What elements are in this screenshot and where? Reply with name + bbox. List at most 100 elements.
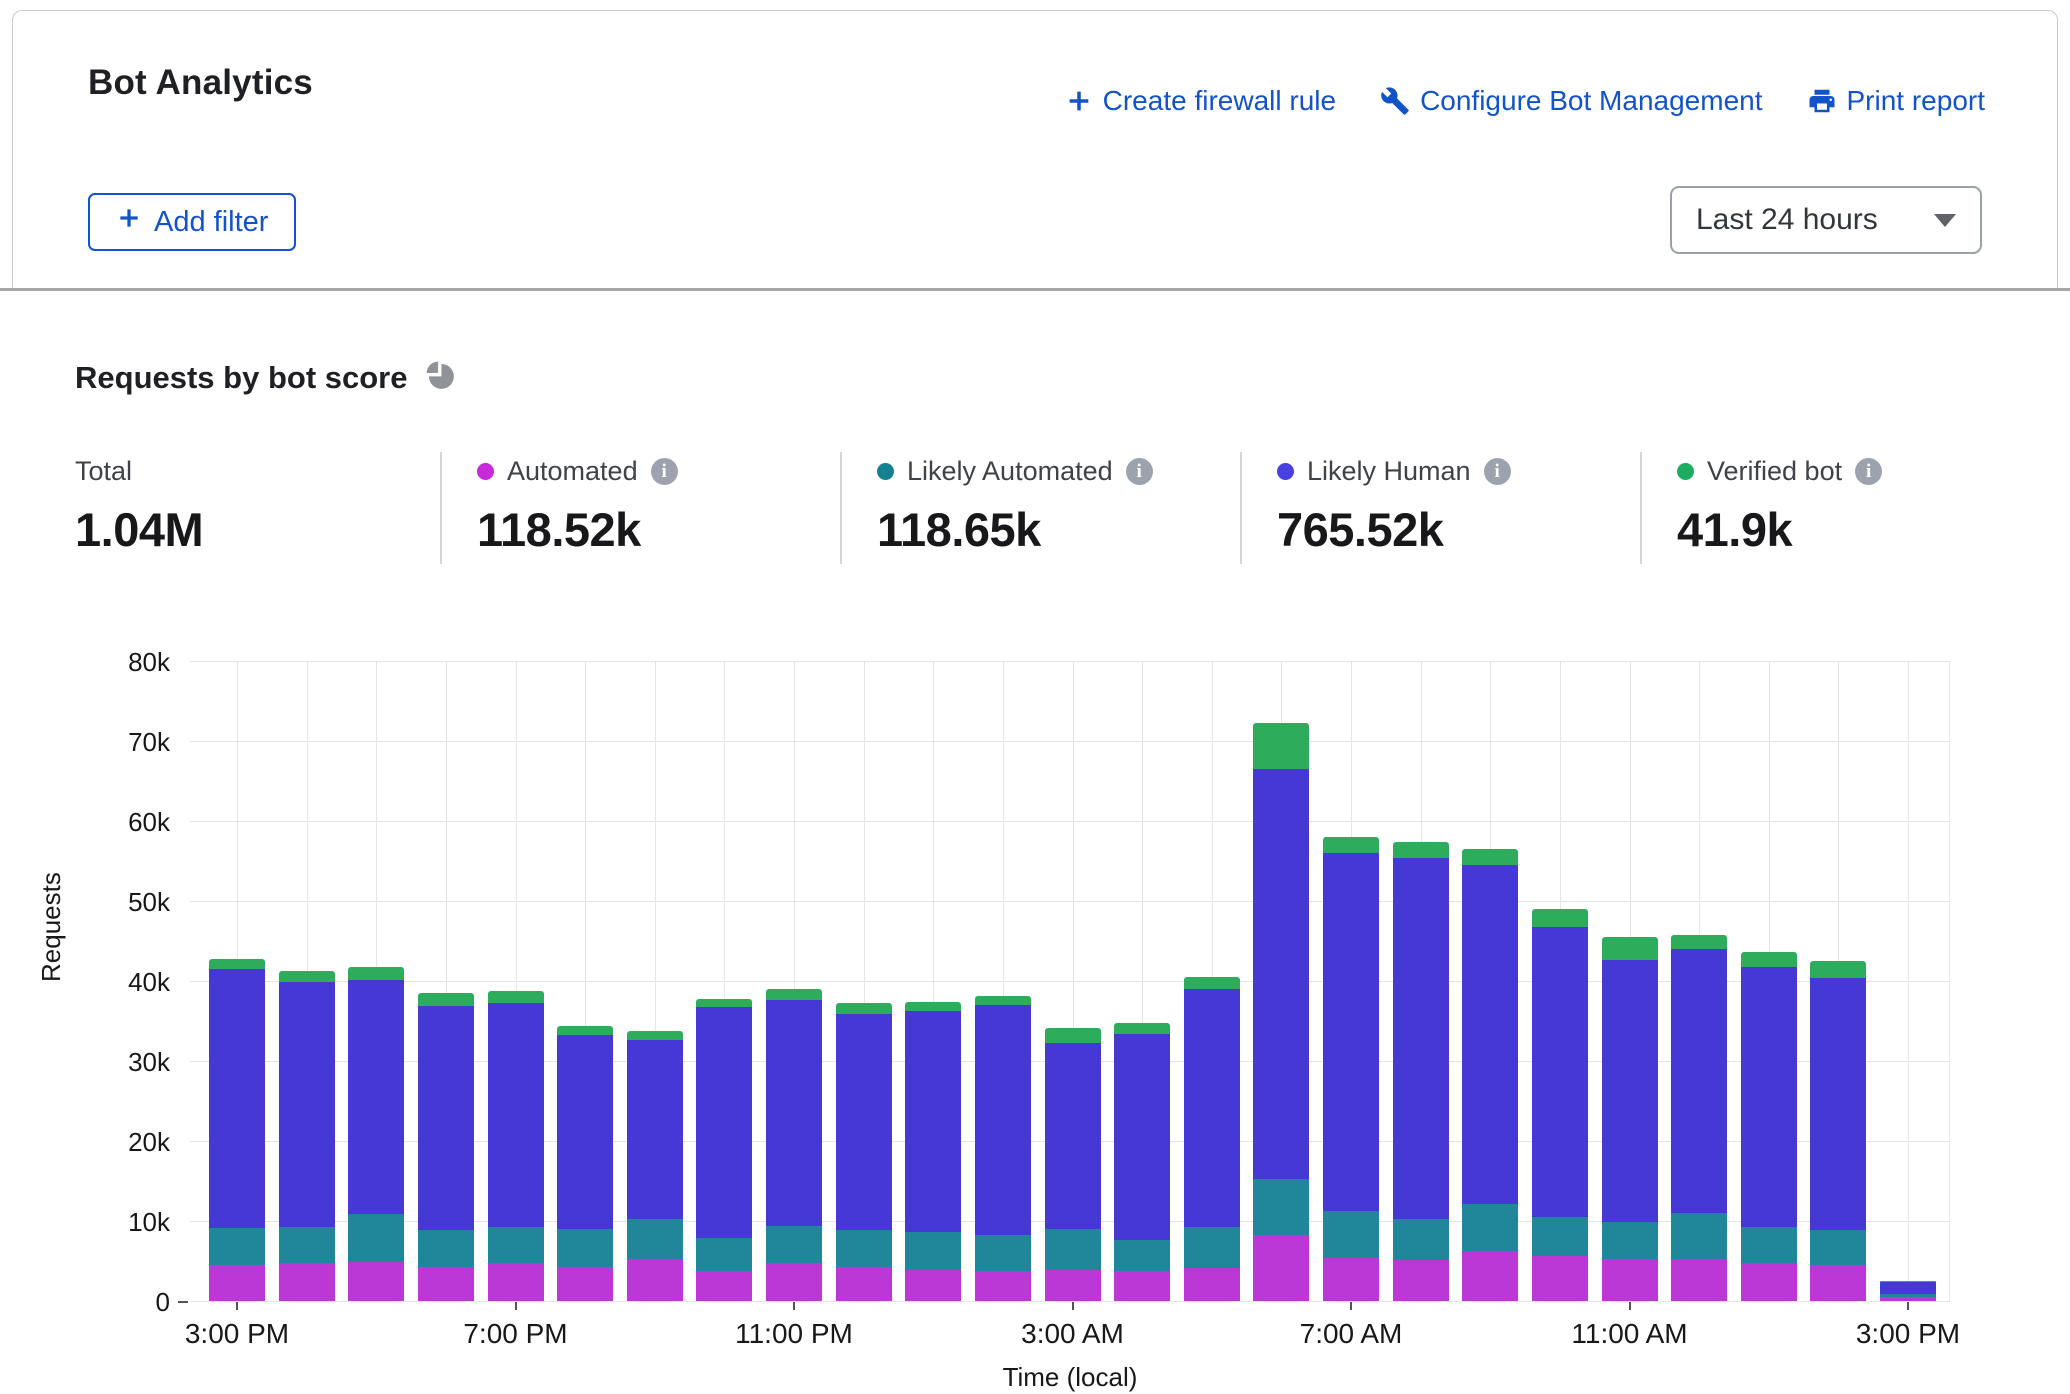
bar-segment-likely-human[interactable] xyxy=(1253,769,1309,1179)
chart-bar[interactable] xyxy=(279,971,335,1301)
bar-segment-likely-automated[interactable] xyxy=(1810,1230,1866,1265)
chart-bar[interactable] xyxy=(1393,842,1449,1301)
bar-segment-automated[interactable] xyxy=(348,1262,404,1301)
bar-segment-likely-human[interactable] xyxy=(696,1007,752,1237)
bar-segment-verified-bot[interactable] xyxy=(1184,977,1240,989)
bar-segment-automated[interactable] xyxy=(209,1265,265,1301)
chart-bar[interactable] xyxy=(1810,961,1866,1301)
chart-bar[interactable] xyxy=(696,999,752,1301)
chart-bar[interactable] xyxy=(766,989,822,1301)
chart-bar[interactable] xyxy=(557,1026,613,1301)
bar-segment-likely-human[interactable] xyxy=(1880,1282,1936,1294)
bar-segment-likely-automated[interactable] xyxy=(557,1229,613,1267)
chart-bar[interactable] xyxy=(1671,935,1727,1301)
bar-segment-likely-automated[interactable] xyxy=(836,1230,892,1267)
bar-segment-likely-automated[interactable] xyxy=(1462,1204,1518,1251)
bar-segment-likely-automated[interactable] xyxy=(1393,1219,1449,1261)
chart-bar[interactable] xyxy=(1462,849,1518,1301)
bar-segment-likely-automated[interactable] xyxy=(1253,1179,1309,1235)
bar-segment-likely-human[interactable] xyxy=(209,969,265,1228)
bar-segment-verified-bot[interactable] xyxy=(1253,723,1309,769)
bar-segment-verified-bot[interactable] xyxy=(836,1003,892,1014)
bar-segment-automated[interactable] xyxy=(627,1259,683,1301)
bar-segment-automated[interactable] xyxy=(1045,1270,1101,1301)
chart-bar[interactable] xyxy=(488,991,544,1301)
bar-segment-likely-automated[interactable] xyxy=(209,1228,265,1265)
bar-segment-likely-human[interactable] xyxy=(418,1006,474,1230)
bar-segment-likely-human[interactable] xyxy=(627,1040,683,1218)
create-firewall-rule-link[interactable]: Create firewall rule xyxy=(1065,85,1336,117)
bar-segment-likely-automated[interactable] xyxy=(1532,1217,1588,1256)
bar-segment-verified-bot[interactable] xyxy=(1741,952,1797,966)
bar-segment-automated[interactable] xyxy=(1393,1260,1449,1301)
bar-segment-automated[interactable] xyxy=(1114,1271,1170,1301)
bar-segment-likely-automated[interactable] xyxy=(975,1235,1031,1271)
bar-segment-automated[interactable] xyxy=(279,1263,335,1301)
bar-segment-automated[interactable] xyxy=(905,1270,961,1301)
bar-segment-automated[interactable] xyxy=(1462,1251,1518,1301)
bar-segment-verified-bot[interactable] xyxy=(766,989,822,1000)
bar-segment-automated[interactable] xyxy=(1671,1259,1727,1301)
bar-segment-likely-human[interactable] xyxy=(348,980,404,1214)
bar-segment-likely-automated[interactable] xyxy=(1184,1227,1240,1269)
bar-segment-likely-human[interactable] xyxy=(1393,858,1449,1219)
bar-segment-automated[interactable] xyxy=(1323,1258,1379,1301)
bar-segment-likely-human[interactable] xyxy=(1114,1034,1170,1240)
bar-segment-likely-automated[interactable] xyxy=(279,1227,335,1264)
bar-segment-likely-human[interactable] xyxy=(1462,865,1518,1204)
add-filter-button[interactable]: Add filter xyxy=(88,193,296,251)
bar-segment-verified-bot[interactable] xyxy=(1323,837,1379,853)
chart-bar[interactable] xyxy=(836,1003,892,1301)
bar-segment-automated[interactable] xyxy=(557,1267,613,1301)
bar-segment-likely-human[interactable] xyxy=(488,1003,544,1227)
chart-bar[interactable] xyxy=(1323,837,1379,1301)
bar-segment-likely-human[interactable] xyxy=(1810,978,1866,1230)
bar-segment-verified-bot[interactable] xyxy=(348,967,404,981)
bar-segment-likely-human[interactable] xyxy=(1532,927,1588,1217)
bar-segment-verified-bot[interactable] xyxy=(627,1031,683,1040)
bar-segment-likely-automated[interactable] xyxy=(1602,1222,1658,1259)
info-icon[interactable]: i xyxy=(1484,458,1511,485)
bar-segment-verified-bot[interactable] xyxy=(488,991,544,1003)
bar-segment-verified-bot[interactable] xyxy=(209,959,265,969)
bar-segment-likely-automated[interactable] xyxy=(1671,1213,1727,1259)
chart-bar[interactable] xyxy=(905,1002,961,1301)
bar-segment-likely-human[interactable] xyxy=(975,1005,1031,1235)
bar-segment-likely-automated[interactable] xyxy=(627,1219,683,1259)
bar-segment-automated[interactable] xyxy=(1532,1256,1588,1301)
bar-segment-verified-bot[interactable] xyxy=(1393,842,1449,858)
bar-segment-automated[interactable] xyxy=(975,1271,1031,1301)
bar-segment-likely-human[interactable] xyxy=(279,982,335,1227)
bar-segment-automated[interactable] xyxy=(1880,1297,1936,1301)
bar-segment-verified-bot[interactable] xyxy=(1810,961,1866,978)
chart-bar[interactable] xyxy=(1114,1023,1170,1301)
time-range-dropdown[interactable]: Last 24 hours xyxy=(1670,186,1982,254)
chart-bar[interactable] xyxy=(1184,977,1240,1301)
bar-segment-likely-automated[interactable] xyxy=(1045,1229,1101,1270)
bar-segment-likely-human[interactable] xyxy=(557,1035,613,1229)
bar-segment-likely-automated[interactable] xyxy=(418,1230,474,1267)
bar-segment-verified-bot[interactable] xyxy=(1602,937,1658,960)
info-icon[interactable]: i xyxy=(1855,458,1882,485)
chart-bar[interactable] xyxy=(1045,1028,1101,1301)
bar-segment-automated[interactable] xyxy=(1184,1268,1240,1301)
bar-segment-likely-human[interactable] xyxy=(1045,1043,1101,1229)
bar-segment-automated[interactable] xyxy=(1810,1265,1866,1301)
bar-segment-verified-bot[interactable] xyxy=(1671,935,1727,949)
info-icon[interactable]: i xyxy=(651,458,678,485)
bar-segment-likely-automated[interactable] xyxy=(905,1232,961,1270)
bar-segment-automated[interactable] xyxy=(766,1263,822,1301)
bar-segment-verified-bot[interactable] xyxy=(975,996,1031,1005)
bar-segment-automated[interactable] xyxy=(836,1267,892,1301)
bar-segment-likely-human[interactable] xyxy=(905,1011,961,1232)
chart-bar[interactable] xyxy=(1741,952,1797,1301)
bar-segment-likely-automated[interactable] xyxy=(766,1226,822,1263)
bar-segment-verified-bot[interactable] xyxy=(1045,1028,1101,1043)
bar-segment-likely-automated[interactable] xyxy=(1323,1211,1379,1258)
chart-bar[interactable] xyxy=(1253,723,1309,1301)
bar-segment-likely-automated[interactable] xyxy=(348,1214,404,1262)
print-report-link[interactable]: Print report xyxy=(1807,85,1986,117)
chart-bar[interactable] xyxy=(209,959,265,1301)
bar-segment-likely-human[interactable] xyxy=(1184,989,1240,1227)
bar-segment-likely-human[interactable] xyxy=(1602,960,1658,1222)
